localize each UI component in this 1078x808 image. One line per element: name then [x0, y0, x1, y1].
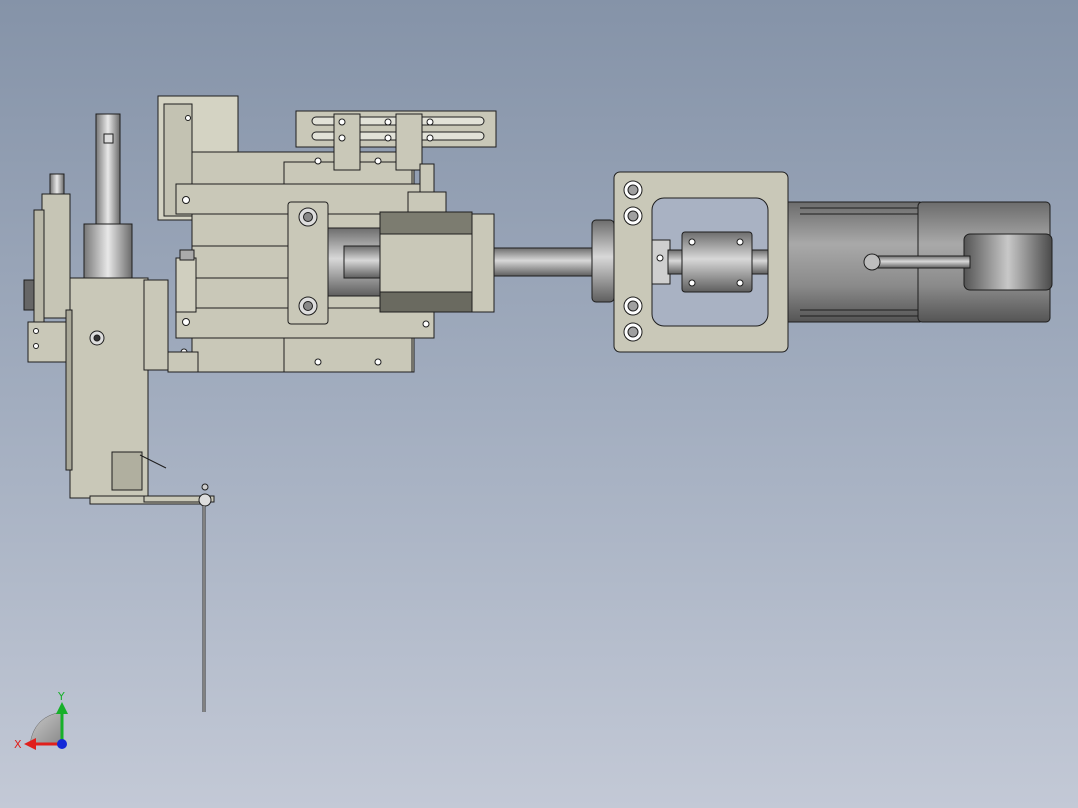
block-side [65, 309, 73, 471]
triad-y-label: Y [57, 690, 65, 703]
screw-icon [182, 196, 190, 204]
screw-icon [688, 238, 696, 246]
screw-icon [374, 358, 382, 366]
knob [23, 279, 35, 311]
sensor-clip [111, 451, 143, 491]
gear-motor-bottom [379, 291, 473, 313]
screw-icon [338, 118, 346, 126]
screw-icon [384, 118, 392, 126]
screw-icon [338, 134, 346, 142]
rail-clamp [333, 113, 361, 171]
rail-clamp [395, 113, 423, 171]
needle-joint [198, 493, 212, 507]
lead-screw-nut [343, 245, 385, 279]
left-spacer-top [179, 249, 195, 261]
screw-icon [182, 318, 190, 326]
servo-shaft-knob [863, 253, 881, 271]
screw-icon [736, 279, 744, 287]
screw-icon [314, 358, 322, 366]
screw-icon [656, 254, 664, 262]
left-spacer [175, 257, 197, 313]
small-pin [49, 173, 65, 197]
frame-hole [627, 300, 639, 312]
screw-icon [33, 328, 39, 334]
slide-bottom [283, 337, 413, 373]
right-motor-assembly[interactable] [591, 171, 1053, 353]
rod-collar [83, 223, 133, 279]
gear-motor-top [379, 211, 473, 235]
lower-tab [167, 351, 199, 373]
bearing-hole [303, 212, 313, 222]
triad-y-arrowhead [56, 702, 68, 714]
side-bracket [41, 193, 71, 319]
screw-icon [426, 134, 434, 142]
vertical-rod [95, 113, 121, 227]
bearing-hole [303, 301, 313, 311]
frame-hole [627, 184, 639, 196]
connector-stub [419, 163, 435, 195]
triad-x-arrowhead [24, 738, 36, 750]
triad-z-axis-dot [57, 739, 67, 749]
rod-slot [103, 133, 114, 144]
block-cap [143, 279, 169, 371]
gear-motor-flange [471, 213, 495, 313]
hex-nut [651, 239, 671, 285]
bearing-flange [591, 219, 615, 303]
frame-hole [627, 210, 639, 222]
cad-model-view[interactable]: X Y [0, 0, 1078, 808]
servo-shaft-line [869, 255, 971, 269]
clamp-block [27, 321, 73, 363]
screw-icon [185, 115, 191, 121]
bolt-icon [93, 334, 101, 342]
frame-hole [627, 326, 639, 338]
central-slide-assembly[interactable] [157, 95, 497, 373]
screw-icon [374, 157, 382, 165]
graphics-viewport[interactable]: X Y [0, 0, 1078, 808]
servo-end-cap [963, 233, 1053, 291]
screw-icon [384, 134, 392, 142]
view-orientation-triad[interactable]: X Y [14, 690, 68, 751]
screw-icon [314, 157, 322, 165]
screw-icon [426, 118, 434, 126]
screw-icon [736, 238, 744, 246]
triad-x-label: X [14, 738, 22, 751]
drive-shaft [493, 247, 593, 277]
screw-icon [688, 279, 696, 287]
screw-icon [422, 320, 430, 328]
needle-joint-cap [201, 483, 209, 491]
screw-icon [33, 343, 39, 349]
connector-base [407, 191, 447, 215]
